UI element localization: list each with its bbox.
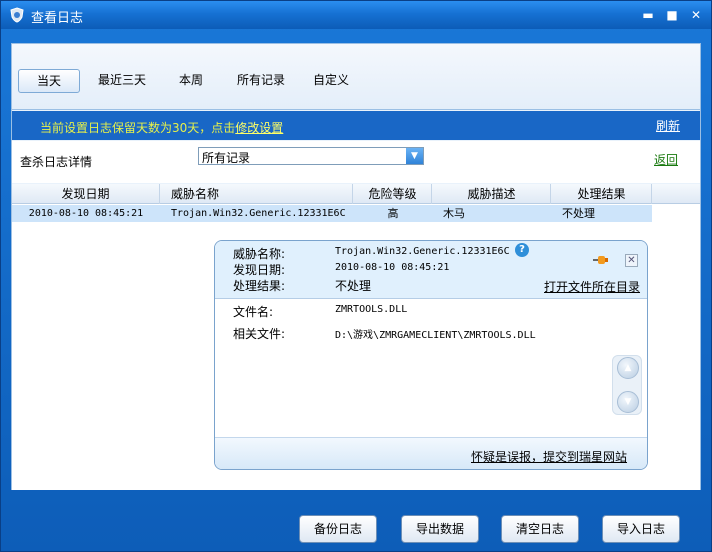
date-range-tabs: 当天 最近三天 本周 所有记录 自定义 [12,44,700,110]
backup-log-button[interactable]: 备份日志 [299,515,377,543]
close-button[interactable]: ✕ [687,6,705,24]
column-header-threat-name[interactable]: 威胁名称 [161,184,353,204]
report-false-positive-link[interactable]: 怀疑是误报，提交到瑞星网站 [471,448,627,465]
tab-today[interactable]: 当天 [18,69,80,93]
scroll-down-icon[interactable]: ▼ [617,391,639,413]
result-label: 处理结果: [233,279,286,293]
pin-icon[interactable] [593,255,609,265]
tab-last-three-days[interactable]: 最近三天 [88,69,156,93]
column-header-description[interactable]: 威胁描述 [433,184,551,204]
file-label: 文件名: [233,305,274,319]
back-link[interactable]: 返回 [654,151,678,168]
maximize-button[interactable]: ■ [663,6,681,24]
table-row[interactable]: 2010-08-10 08:45:21 Trojan.Win32.Generic… [12,205,652,222]
file-value: ZMRTOOLS.DLL [335,304,408,315]
refresh-link[interactable]: 刷新 [656,117,680,134]
related-file-label: 相关文件: [233,327,286,341]
select-value: 所有记录 [202,151,251,165]
log-viewer-window: 查看日志 ▬ ■ ✕ 当天 最近三天 本周 所有记录 自定义 当前设置日志保留天… [0,0,712,552]
popup-header: 威胁名称: Trojan.Win32.Generic.12331E6C ? 发现… [215,241,647,299]
retention-text: 当前设置日志保留天数为30天，点击 [40,121,236,135]
popup-footer: 怀疑是误报，提交到瑞星网站 [215,437,647,469]
scroll-up-icon[interactable]: ▲ [617,357,639,379]
column-header-date[interactable]: 发现日期 [12,184,160,204]
retention-info-bar: 当前设置日志保留天数为30天，点击修改设置 刷新 [12,111,700,140]
cell-result: 不处理 [562,207,595,220]
cell-description: 木马 [443,207,465,220]
column-header-risk-level[interactable]: 危险等级 [354,184,432,204]
chevron-down-icon[interactable]: ▼ [406,148,423,164]
threat-name-label: 威胁名称: [233,247,286,261]
detail-label: 查杀日志详情 [20,155,93,169]
date-value: 2010-08-10 08:45:21 [335,262,450,273]
cell-risk-level: 高 [387,207,399,220]
client-area: 当天 最近三天 本周 所有记录 自定义 当前设置日志保留天数为30天，点击修改设… [11,43,701,490]
export-data-button[interactable]: 导出数据 [401,515,479,543]
retention-info: 当前设置日志保留天数为30天，点击修改设置 [40,119,283,136]
window-title: 查看日志 [31,11,84,26]
result-value: 不处理 [335,279,372,293]
cell-threat-name: Trojan.Win32.Generic.12331E6C [171,208,346,219]
tab-all-records[interactable]: 所有记录 [227,69,295,93]
table-header: 发现日期 威胁名称 危险等级 威胁描述 处理结果 [12,184,700,204]
close-icon[interactable]: ✕ [625,254,638,267]
cell-date: 2010-08-10 08:45:21 [28,208,144,219]
date-label: 发现日期: [233,263,286,277]
related-file-value: D:\游戏\ZMRGAMECLIENT\ZMRTOOLS.DLL [335,330,536,341]
record-filter-select[interactable]: 所有记录 ▼ [198,147,424,165]
column-header-result[interactable]: 处理结果 [552,184,652,204]
minimize-button[interactable]: ▬ [639,6,657,24]
tab-this-week[interactable]: 本周 [169,69,213,93]
clear-log-button[interactable]: 清空日志 [501,515,579,543]
help-icon[interactable]: ? [515,243,529,257]
modify-settings-link[interactable]: 修改设置 [235,121,283,135]
detail-filter-bar: 查杀日志详情 所有记录 ▼ 返回 [12,141,700,183]
shield-app-icon [10,7,24,23]
title-bar[interactable]: 查看日志 ▬ ■ ✕ [1,1,711,29]
import-log-button[interactable]: 导入日志 [602,515,680,543]
tab-custom[interactable]: 自定义 [303,69,359,93]
threat-name-value: Trojan.Win32.Generic.12331E6C [335,246,510,257]
open-folder-link[interactable]: 打开文件所在目录 [544,278,640,295]
threat-detail-popup: 威胁名称: Trojan.Win32.Generic.12331E6C ? 发现… [214,240,648,470]
